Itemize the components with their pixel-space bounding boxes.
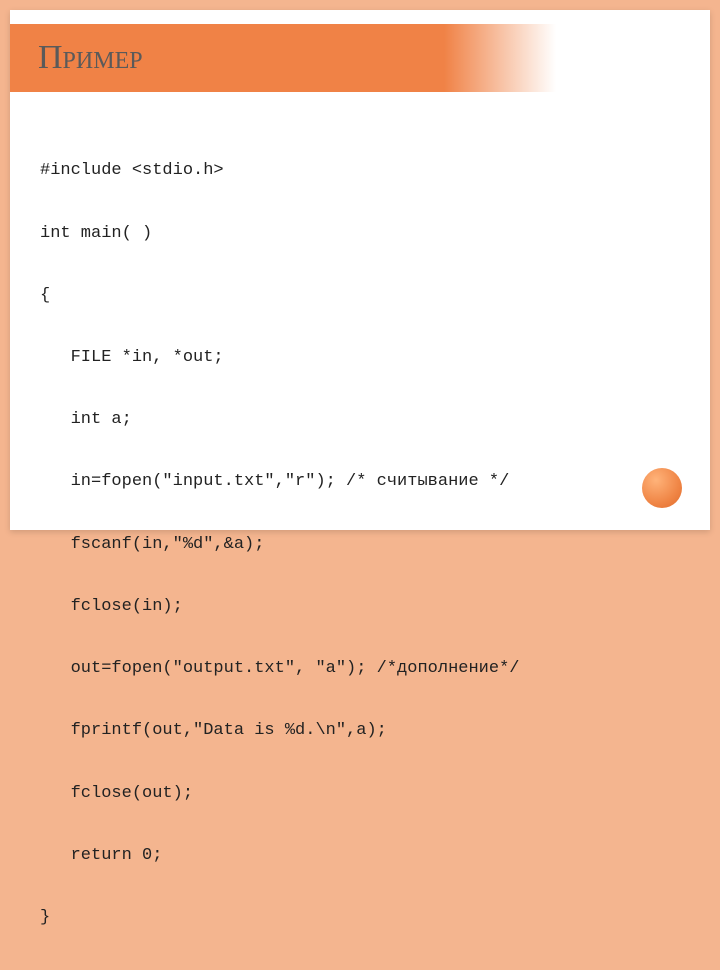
page-title: Пример bbox=[38, 39, 143, 77]
code-line: return 0; bbox=[40, 846, 680, 867]
decorative-circle-icon bbox=[642, 468, 682, 508]
slide: Пример #include <stdio.h> int main( ) { … bbox=[10, 10, 710, 530]
code-line: fclose(in); bbox=[40, 597, 680, 618]
code-line: out=fopen("output.txt", "a"); /*дополнен… bbox=[40, 659, 680, 680]
code-line: } bbox=[40, 908, 680, 929]
code-line: #include <stdio.h> bbox=[40, 161, 680, 182]
title-bar: Пример bbox=[10, 24, 710, 92]
code-line: int main( ) bbox=[40, 224, 680, 245]
code-line: fscanf(in,"%d",&a); bbox=[40, 535, 680, 556]
code-line: { bbox=[40, 286, 680, 307]
code-line: fclose(out); bbox=[40, 784, 680, 805]
code-line: fprintf(out,"Data is %d.\n",a); bbox=[40, 721, 680, 742]
code-line: FILE *in, *out; bbox=[40, 348, 680, 369]
code-block: #include <stdio.h> int main( ) { FILE *i… bbox=[40, 120, 680, 970]
code-line: in=fopen("input.txt","r"); /* считывание… bbox=[40, 472, 680, 493]
code-line: int a; bbox=[40, 410, 680, 431]
